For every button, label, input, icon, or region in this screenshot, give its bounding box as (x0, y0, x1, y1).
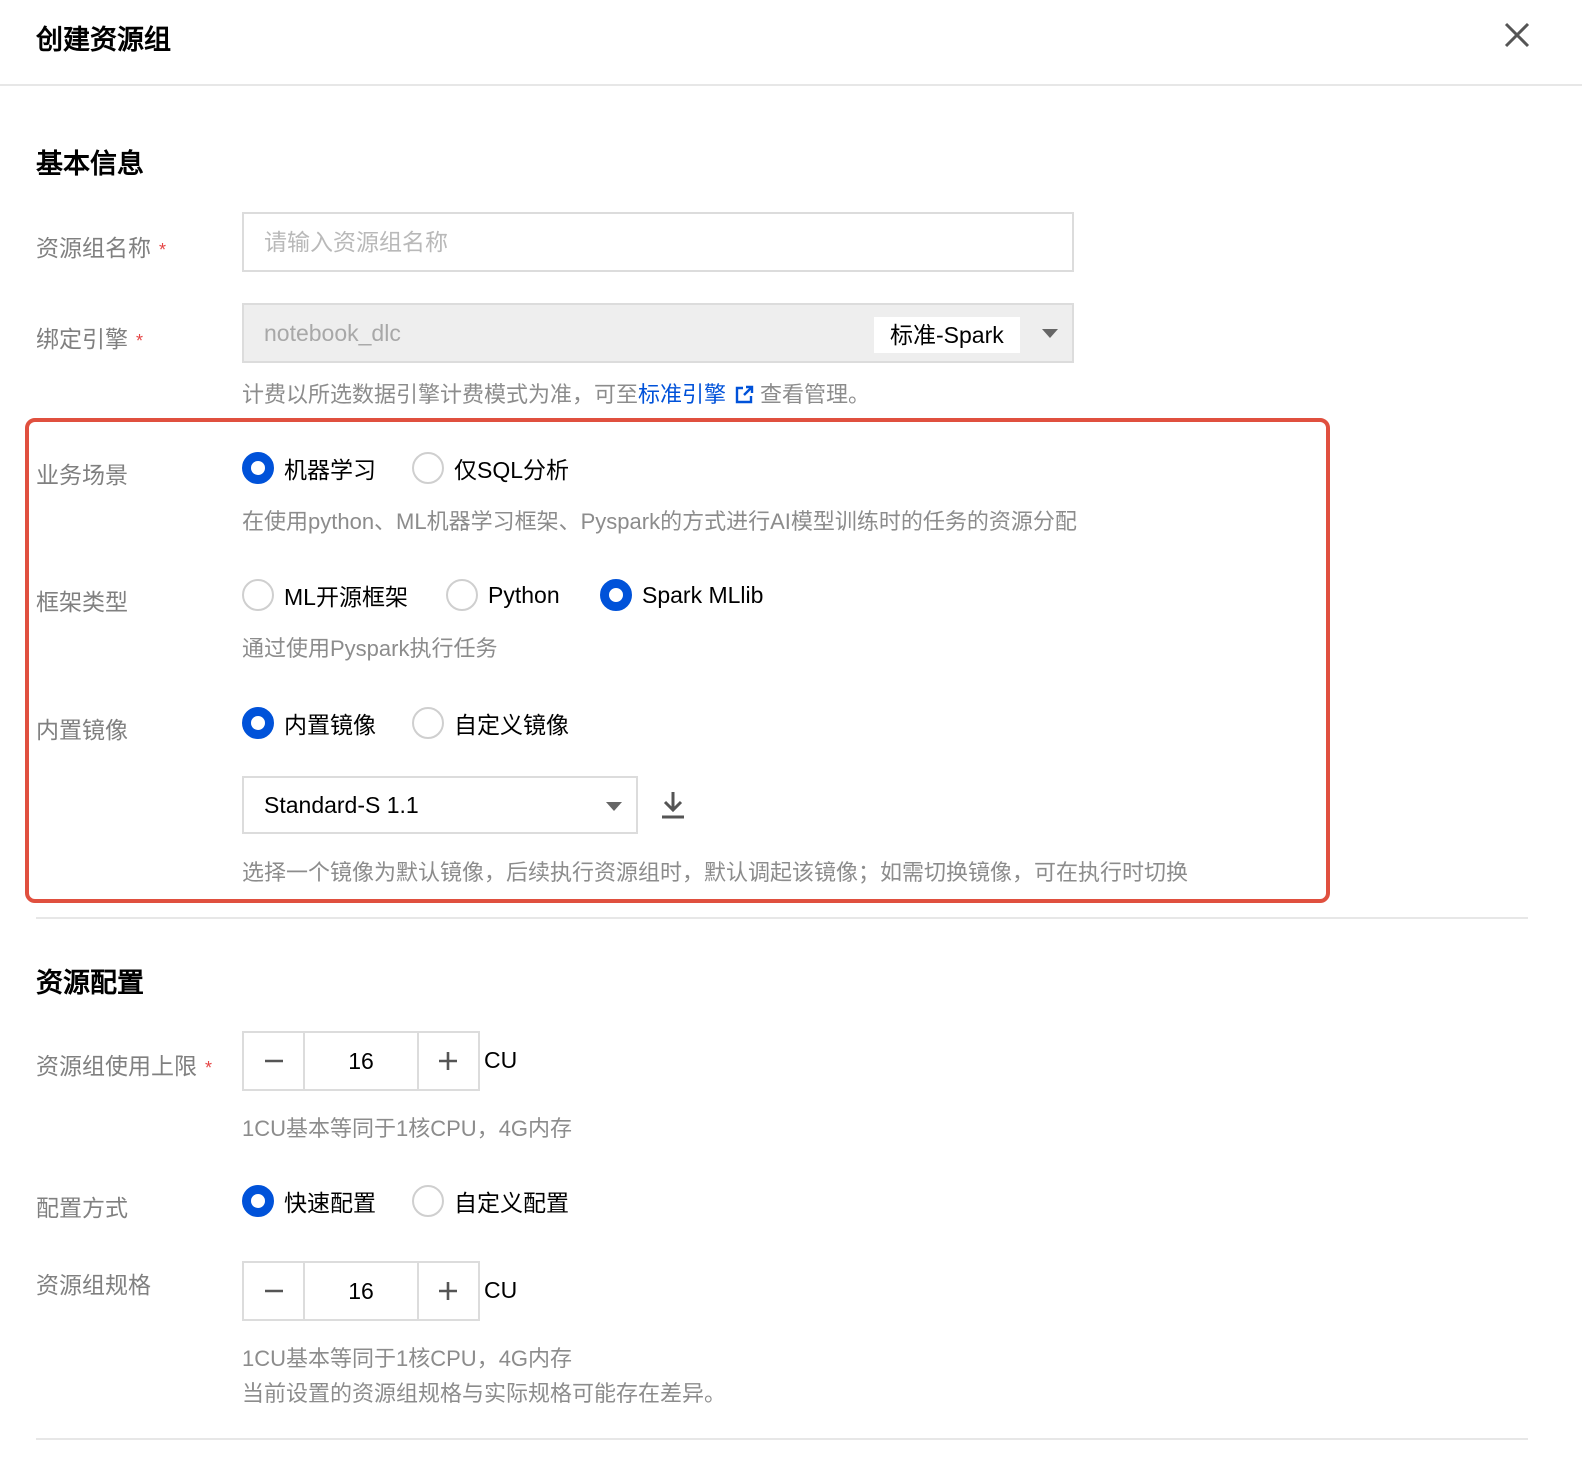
radio-ml-open-source[interactable]: ML开源框架 (242, 578, 408, 612)
section-divider (36, 1438, 1528, 1440)
plus-icon (439, 1052, 458, 1070)
radio-unchecked-icon (446, 579, 478, 611)
standard-engine-link[interactable]: 标准引擎 (638, 382, 726, 407)
radio-unchecked-icon (412, 707, 444, 739)
radio-sql-only[interactable]: 仅SQL分析 (412, 451, 569, 485)
limit-stepper: 16 (242, 1031, 480, 1091)
radio-unchecked-icon (242, 579, 274, 611)
image-helper: 选择一个镜像为默认镜像，后续执行资源组时，默认调起该镜像；如需切换镜像，可在执行… (242, 860, 1189, 885)
radio-unchecked-icon (412, 1185, 444, 1217)
required-mark: * (205, 1058, 213, 1078)
chevron-down-icon (606, 802, 622, 811)
limit-value-input[interactable]: 16 (303, 1033, 419, 1089)
minus-icon (264, 1289, 283, 1293)
highlight-box (25, 418, 1330, 903)
spec-helper-line1: 1CU基本等同于1核CPU，4G内存 (242, 1346, 573, 1371)
close-icon[interactable] (1502, 20, 1532, 50)
image-select-value: Standard-S 1.1 (264, 792, 419, 818)
engine-value: notebook_dlc (264, 320, 401, 346)
limit-label: 资源组使用上限 * (36, 1053, 213, 1079)
spec-label: 资源组规格 (36, 1272, 151, 1298)
spec-increment-button[interactable] (419, 1263, 478, 1319)
radio-custom-image[interactable]: 自定义镜像 (412, 706, 569, 740)
spec-unit: CU (484, 1277, 518, 1303)
radio-builtin-image[interactable]: 内置镜像 (242, 706, 376, 740)
section-title-basic: 基本信息 (36, 149, 144, 179)
section-divider (36, 917, 1528, 919)
spec-value-input[interactable]: 16 (303, 1263, 419, 1319)
engine-select[interactable]: notebook_dlc 标准-Spark (242, 303, 1074, 363)
scenario-helper: 在使用python、ML机器学习框架、Pyspark的方式进行AI模型训练时的任… (242, 509, 1077, 534)
radio-checked-icon (242, 1185, 274, 1217)
radio-unchecked-icon (412, 452, 444, 484)
limit-increment-button[interactable] (419, 1033, 478, 1089)
spec-decrement-button[interactable] (244, 1263, 303, 1319)
radio-checked-icon (242, 707, 274, 739)
limit-unit: CU (484, 1047, 518, 1073)
download-icon[interactable] (660, 790, 686, 820)
framework-label: 框架类型 (36, 589, 128, 615)
spec-stepper: 16 (242, 1261, 480, 1321)
radio-custom-config[interactable]: 自定义配置 (412, 1184, 569, 1218)
limit-helper: 1CU基本等同于1核CPU，4G内存 (242, 1116, 573, 1141)
image-label: 内置镜像 (36, 717, 128, 743)
framework-helper: 通过使用Pyspark执行任务 (242, 636, 498, 661)
config-mode-label: 配置方式 (36, 1195, 128, 1221)
chevron-down-icon (1042, 329, 1058, 338)
plus-icon (439, 1282, 458, 1300)
radio-machine-learning[interactable]: 机器学习 (242, 451, 376, 485)
resource-group-name-input[interactable] (242, 212, 1074, 272)
dialog-header: 创建资源组 (0, 0, 1582, 86)
radio-checked-icon (600, 579, 632, 611)
limit-decrement-button[interactable] (244, 1033, 303, 1089)
external-link-icon[interactable] (734, 385, 754, 405)
image-select[interactable]: Standard-S 1.1 (242, 776, 638, 834)
scenario-label: 业务场景 (36, 462, 128, 488)
radio-spark-mllib[interactable]: Spark MLlib (600, 578, 763, 612)
engine-label: 绑定引擎 * (36, 326, 144, 352)
radio-python[interactable]: Python (446, 578, 560, 612)
required-mark: * (136, 331, 144, 351)
minus-icon (264, 1059, 283, 1063)
required-mark: * (159, 240, 167, 260)
radio-quick-config[interactable]: 快速配置 (242, 1184, 376, 1218)
engine-type-tag: 标准-Spark (874, 317, 1020, 353)
section-title-resource: 资源配置 (36, 968, 144, 998)
spec-helper-line2: 当前设置的资源组规格与实际规格可能存在差异。 (242, 1381, 727, 1406)
radio-checked-icon (242, 452, 274, 484)
dialog-title: 创建资源组 (36, 25, 171, 55)
engine-helper: 计费以所选数据引擎计费模式为准，可至标准引擎 查看管理。 (242, 382, 871, 407)
name-label: 资源组名称 * (36, 235, 167, 261)
